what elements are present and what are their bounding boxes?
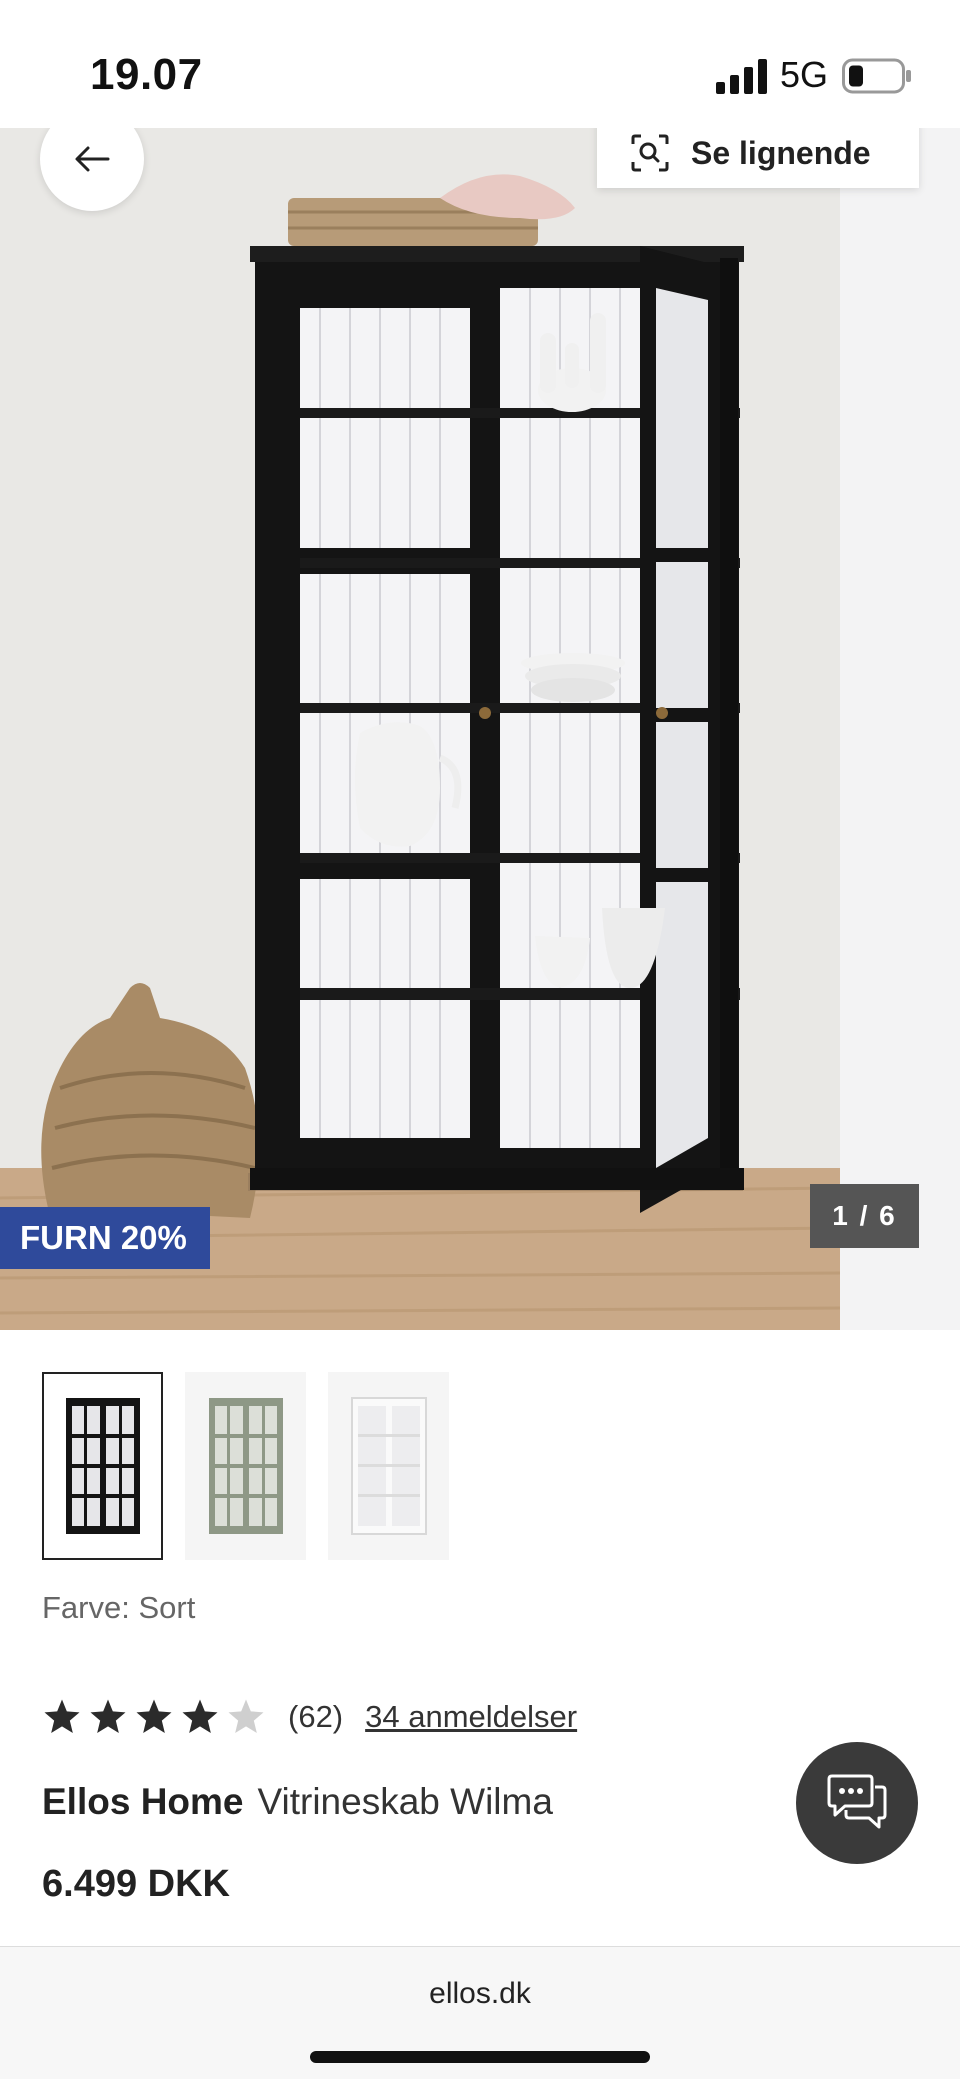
status-time: 19.07 bbox=[90, 50, 203, 99]
product-brand[interactable]: Ellos Home bbox=[42, 1781, 244, 1822]
promo-badge: FURN 20% bbox=[0, 1207, 210, 1269]
url-text[interactable]: ellos.dk bbox=[0, 1977, 960, 2011]
home-indicator[interactable] bbox=[310, 2051, 650, 2063]
product-price: 6.499 DKK bbox=[42, 1863, 230, 1905]
arrow-left-icon bbox=[75, 146, 110, 172]
chat-bubbles-icon bbox=[827, 1774, 887, 1829]
reviews-link[interactable]: 34 anmeldelser bbox=[365, 1699, 577, 1735]
image-counter: 1 / 6 bbox=[810, 1184, 919, 1248]
rating-row: (62) 34 anmeldelser bbox=[42, 1694, 577, 1740]
chat-button[interactable] bbox=[796, 1742, 918, 1864]
thumbnail-green[interactable] bbox=[185, 1372, 306, 1560]
rating-count: (62) bbox=[288, 1699, 344, 1734]
product-name: Vitrineskab Wilma bbox=[257, 1781, 553, 1822]
star-filled-icon bbox=[182, 1699, 218, 1733]
visual-search-icon bbox=[631, 134, 669, 172]
product-image[interactable]: Se lignende FURN 20% 1 / 6 bbox=[0, 128, 960, 1330]
white-cabinet-thumbnail bbox=[350, 1397, 427, 1535]
color-label: Farve: Sort bbox=[42, 1590, 196, 1625]
product-title: Ellos Home Vitrineskab Wilma bbox=[42, 1781, 553, 1823]
cellular-signal-icon bbox=[716, 59, 767, 94]
product-photo bbox=[0, 128, 960, 1330]
status-bar: 19.07 5G bbox=[0, 0, 960, 128]
star-filled-icon bbox=[136, 1699, 172, 1733]
thumbnail-strip bbox=[42, 1372, 449, 1560]
browser-url-bar[interactable]: ellos.dk bbox=[0, 1946, 960, 2079]
see-similar-label: Se lignende bbox=[691, 134, 871, 171]
star-empty-icon bbox=[228, 1699, 264, 1733]
thumbnail-black[interactable] bbox=[42, 1372, 163, 1560]
star-filled-icon bbox=[44, 1699, 80, 1733]
battery-low-icon bbox=[842, 58, 911, 94]
black-cabinet-thumbnail bbox=[65, 1398, 140, 1534]
star-rating bbox=[42, 1697, 266, 1737]
green-cabinet-thumbnail bbox=[208, 1398, 283, 1534]
star-filled-icon bbox=[90, 1699, 126, 1733]
thumbnail-white[interactable] bbox=[328, 1372, 449, 1560]
see-similar-button[interactable]: Se lignende bbox=[597, 128, 919, 188]
network-label: 5G bbox=[780, 54, 829, 95]
